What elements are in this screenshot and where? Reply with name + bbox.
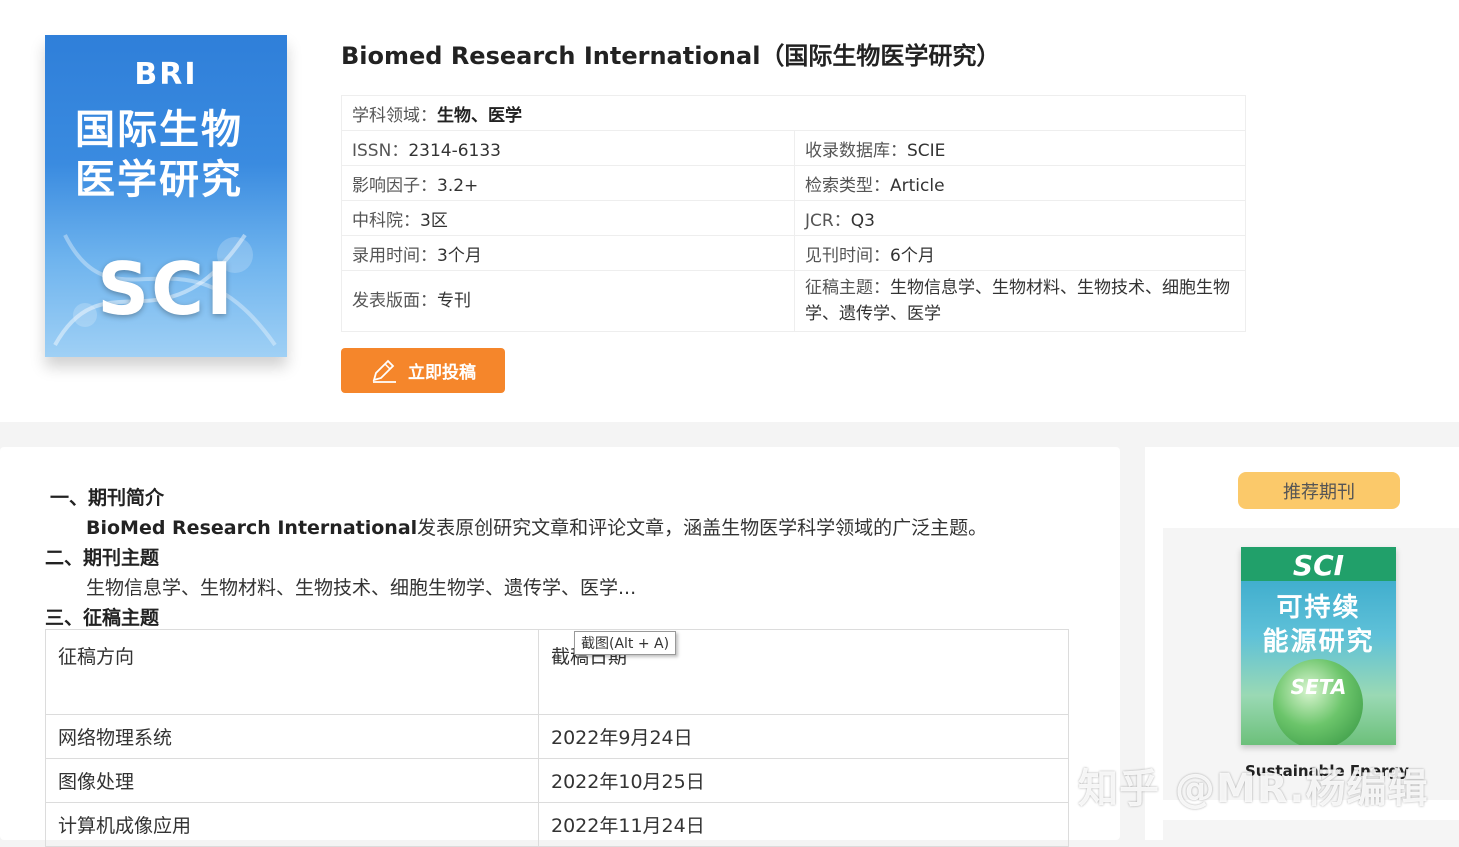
info-layout-value: 专刊: [437, 291, 471, 311]
cover-title-line2: 医学研究: [75, 157, 243, 203]
info-type-label: 检索类型：: [805, 175, 890, 196]
pen-icon: [372, 359, 396, 383]
info-accept-label: 录用时间：: [352, 245, 437, 266]
recommended-journals-button[interactable]: 推荐期刊: [1238, 472, 1400, 509]
info-db-cell: 收录数据库：SCIE: [794, 130, 1246, 166]
info-if-label: 影响因子：: [352, 175, 437, 196]
info-issn-cell: ISSN：2314-6133: [341, 130, 795, 166]
info-if-value: 3.2+: [437, 175, 479, 196]
section1-text: BioMed Research International发表原创研究文章和评论…: [86, 513, 987, 540]
mini-cover-sci: SCI: [1292, 549, 1345, 582]
info-accept-value: 3个月: [437, 245, 482, 266]
journal-info-table: 学科领域：生物、医学 ISSN：2314-6133 收录数据库：SCIE 影响因…: [341, 95, 1246, 332]
info-accept-cell: 录用时间：3个月: [341, 235, 795, 271]
info-field-label: 学科领域：: [352, 105, 437, 126]
section2-heading: 二、期刊主题: [45, 547, 160, 569]
info-cas-value: 3区: [420, 210, 448, 231]
journal-cover-image[interactable]: BRI 国际生物 医学研究 SCI: [45, 35, 287, 357]
table-cell-deadline: 2022年10月25日: [538, 758, 1069, 803]
table-header-topic: 征稿方向: [45, 629, 539, 715]
journal-title: Biomed Research International（国际生物医学研究）: [341, 42, 1001, 70]
mini-cover-line2: 能源研究: [1262, 627, 1375, 657]
info-jcr-cell: JCR：Q3: [794, 200, 1246, 236]
section1-description: 发表原创研究文章和评论文章，涵盖生物医学科学领域的广泛主题。: [417, 517, 988, 539]
section2-text: 生物信息学、生物材料、生物技术、细胞生物学、遗传学、医学...: [86, 577, 637, 599]
table-cell-topic: 网络物理系统: [45, 714, 539, 759]
info-type-value: Article: [890, 175, 945, 196]
info-type-cell: 检索类型：Article: [794, 165, 1246, 201]
info-publish-cell: 见刊时间：6个月: [794, 235, 1246, 271]
info-issn-value: 2314-6133: [408, 140, 501, 161]
info-if-cell: 影响因子：3.2+: [341, 165, 795, 201]
info-cas-cell: 中科院：3区: [341, 200, 795, 236]
info-jcr-label: JCR：: [805, 210, 851, 231]
info-db-value: SCIE: [907, 140, 946, 161]
info-field-cell: 学科领域：生物、医学: [341, 95, 1246, 131]
submit-manuscript-button[interactable]: 立即投稿: [341, 348, 505, 393]
table-header-row: 征稿方向 截稿日期: [45, 629, 1069, 715]
info-topics-label: 征稿主题：: [805, 278, 890, 298]
globe-icon: [1273, 659, 1363, 745]
call-for-papers-table: 征稿方向 截稿日期 网络物理系统 2022年9月24日 图像处理 2022年10…: [45, 629, 1069, 847]
section1-heading: 一、期刊简介: [50, 487, 165, 509]
zhihu-watermark: 知乎 @MR.杨编辑: [1078, 766, 1429, 812]
recommended-journal-cover[interactable]: SCI 可持续 能源研究 SETA: [1241, 547, 1396, 745]
info-publish-value: 6个月: [890, 245, 935, 266]
cover-sci-badge: SCI: [97, 247, 235, 331]
info-layout-cell: 发表版面：专刊: [341, 270, 795, 332]
mini-cover-line1: 可持续: [1276, 593, 1361, 623]
info-issn-label: ISSN：: [352, 140, 409, 161]
info-db-label: 收录数据库：: [805, 140, 907, 161]
recommended-journal-card[interactable]: [1163, 820, 1459, 840]
section1-journal-name: BioMed Research International: [86, 517, 418, 539]
table-row: 网络物理系统 2022年9月24日: [45, 714, 1069, 759]
cover-abbr: BRI: [134, 57, 198, 92]
info-publish-label: 见刊时间：: [805, 245, 890, 266]
info-field-value: 生物、医学: [437, 105, 522, 126]
info-jcr-value: Q3: [850, 210, 875, 231]
info-cas-label: 中科院：: [352, 210, 420, 231]
section3-heading: 三、征稿主题: [45, 607, 160, 629]
table-row: 图像处理 2022年10月25日: [45, 758, 1069, 803]
table-cell-topic: 图像处理: [45, 758, 539, 803]
mini-cover-abbr: SETA: [1290, 675, 1347, 699]
table-cell-deadline: 2022年9月24日: [538, 714, 1069, 759]
info-layout-label: 发表版面：: [352, 291, 437, 311]
submit-button-label: 立即投稿: [408, 363, 476, 383]
info-topics-cell: 征稿主题：生物信息学、生物材料、生物技术、细胞生物学、遗传学、医学: [794, 270, 1246, 332]
screenshot-tooltip: 截图(Alt + A): [574, 631, 677, 655]
